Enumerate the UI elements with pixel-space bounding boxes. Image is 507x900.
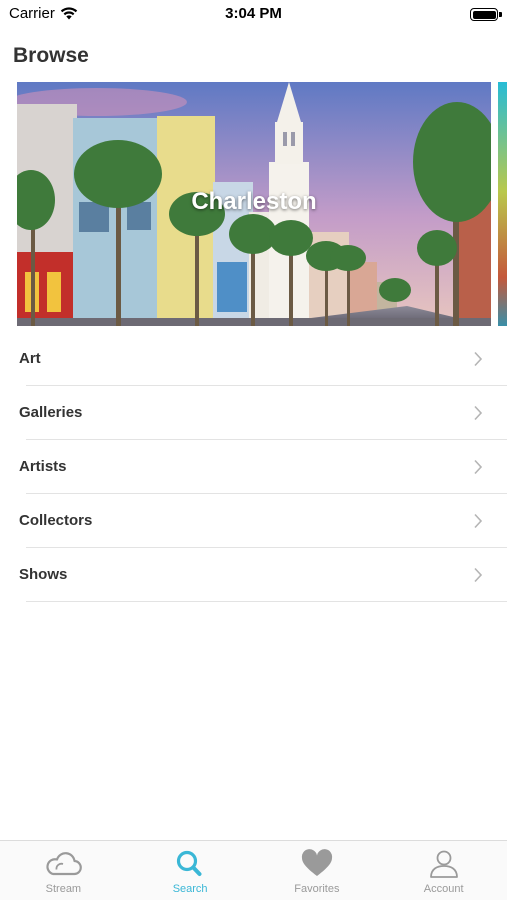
search-icon: [177, 850, 202, 876]
list-item-label: Collectors: [19, 512, 93, 529]
list-item-label: Galleries: [19, 404, 83, 421]
tab-search[interactable]: Search: [127, 841, 254, 900]
list-item-label: Shows: [19, 566, 68, 583]
list-item-galleries[interactable]: Galleries: [0, 386, 507, 440]
battery-icon: [470, 8, 498, 21]
tab-label: Search: [172, 883, 208, 895]
tab-label: Favorites: [294, 883, 340, 895]
tab-label: Stream: [45, 883, 82, 895]
list-item-label: Art: [19, 350, 41, 367]
tab-label: Account: [423, 883, 464, 895]
page-title: Browse: [13, 44, 89, 67]
chevron-right-icon: [474, 567, 483, 583]
tab-stream[interactable]: Stream: [0, 841, 127, 900]
hero-card-charleston[interactable]: Charleston: [17, 82, 491, 326]
divider: [26, 601, 507, 602]
tab-favorites[interactable]: Favorites: [254, 841, 381, 900]
cloud-icon: [46, 852, 83, 876]
status-bar: Carrier 3:04 PM: [0, 0, 507, 30]
next-hero-card-peek[interactable]: [498, 82, 507, 326]
status-time: 3:04 PM: [225, 5, 282, 22]
battery-cap: [499, 12, 502, 17]
tab-account[interactable]: Account: [380, 841, 507, 900]
list-item-collectors[interactable]: Collectors: [0, 494, 507, 548]
chevron-right-icon: [474, 351, 483, 367]
hero-caption: Charleston: [191, 188, 317, 215]
browse-list: Art Galleries Artists Collectors Shows: [0, 332, 507, 602]
list-item-artists[interactable]: Artists: [0, 440, 507, 494]
list-item-shows[interactable]: Shows: [0, 548, 507, 602]
chevron-right-icon: [474, 459, 483, 475]
person-icon: [429, 850, 458, 878]
tab-bar: Stream Search Favorites Account: [0, 840, 507, 900]
chevron-right-icon: [474, 405, 483, 421]
heart-icon: [301, 849, 332, 876]
list-item-art[interactable]: Art: [0, 332, 507, 386]
chevron-right-icon: [474, 513, 483, 529]
browse-screen: Carrier 3:04 PM Browse Charleston Art Ga…: [0, 0, 507, 900]
list-item-label: Artists: [19, 458, 67, 475]
